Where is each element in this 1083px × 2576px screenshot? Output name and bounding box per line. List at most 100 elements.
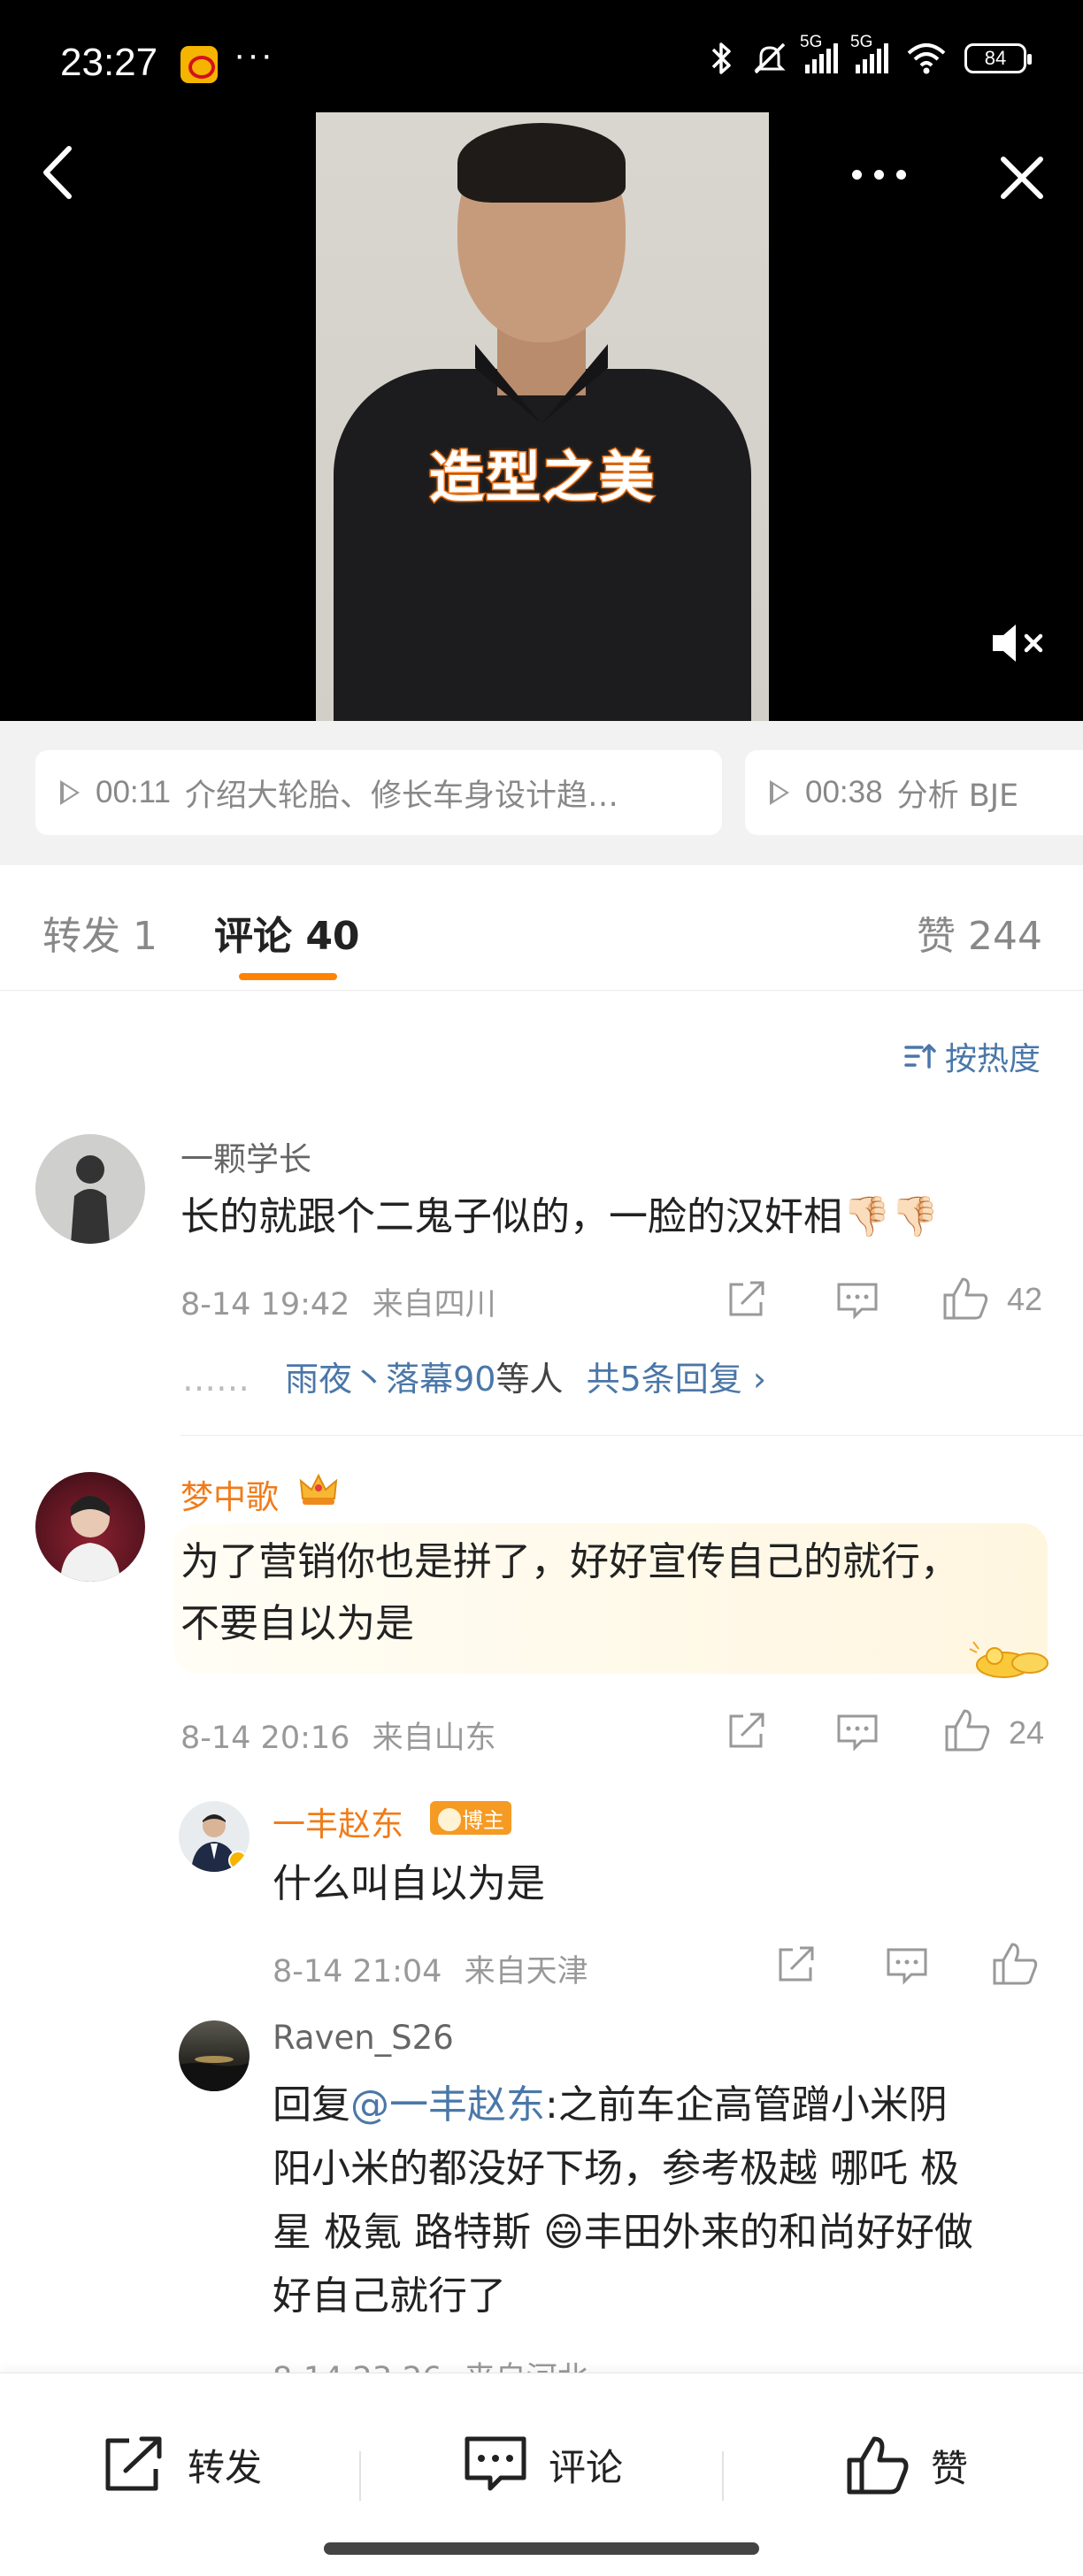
video-person-shirt [334, 369, 751, 721]
chapter-item-1[interactable]: 00:11 介绍大轮胎、修长车身设计趋… [35, 750, 722, 835]
bluetooth-icon [711, 42, 731, 74]
reply-text-line-3: 星 极氪 路特斯 😄丰田外来的和尚好好做 [273, 2210, 973, 2255]
crown-badge-icon [299, 1473, 338, 1505]
reply-username[interactable]: Raven_S26 [273, 2019, 454, 2057]
avatar-photo [60, 1496, 120, 1582]
reply-count[interactable]: 共5条回复 › [587, 1360, 766, 1399]
avatar[interactable] [35, 1472, 145, 1582]
comment-icon[interactable] [835, 1281, 879, 1320]
more-options-icon[interactable] [841, 152, 917, 196]
repost-button[interactable]: 转发 [101, 2434, 262, 2496]
repost-label: 转发 [188, 2445, 263, 2489]
thumbs-up-icon [847, 2436, 909, 2495]
reply-username[interactable]: 一丰赵东 [273, 1798, 403, 1845]
sort-icon [904, 1044, 936, 1069]
video-chapters: 00:11 介绍大轮胎、修长车身设计趋… 00:38 分析 BJE [0, 721, 1083, 865]
blogger-badge: 博主 [430, 1801, 511, 1835]
like-count: 24 [1009, 1714, 1045, 1751]
comment-text-line-2: 不要自以为是 [180, 1601, 414, 1646]
signal-5g-2-icon: 5G [850, 33, 888, 73]
reply-dots: …… [182, 1360, 250, 1399]
comment-icon[interactable] [885, 1946, 929, 1985]
comment-time: 8-14 19:42 [180, 1287, 350, 1322]
active-tab-indicator [239, 973, 337, 980]
reply-text-line-4: 好自己就行了 [273, 2273, 506, 2319]
comment-icon[interactable] [835, 1713, 879, 1752]
status-time: 23:27 [60, 41, 158, 84]
post-tabs: 转发 1 评论 40 赞 244 [0, 865, 1083, 991]
reply-location: 来自天津 [464, 1954, 588, 1990]
reply-text-line-1: 回复@一丰赵东:之前车企高管蹭小米阴 [273, 2074, 948, 2137]
video-caption: 造型之美 [427, 444, 656, 511]
sort-by-hot-button[interactable]: 按热度 [902, 1033, 1041, 1079]
wifi-icon [907, 43, 946, 74]
reply-suffix: 等人 [495, 1360, 564, 1399]
play-icon [770, 780, 789, 805]
like-label: 赞 [931, 2446, 969, 2490]
reply-text-rest: :之前车企高管蹭小米阴 [545, 2082, 948, 2128]
chapter-time: 00:11 [96, 775, 171, 809]
avatar-photo [179, 2056, 250, 2091]
comment-time: 8-14 20:16 [180, 1721, 350, 1756]
mute-bell-icon [754, 42, 786, 74]
comment-bubble-icon [465, 2436, 526, 2491]
reply-time: 8-14 21:04 [273, 1954, 442, 1990]
sort-label: 按热度 [945, 1041, 1041, 1077]
video-player[interactable]: 23:27 ··· 5G 5G 84 造型之美 [0, 0, 1083, 721]
like-icon[interactable] [941, 1276, 991, 1322]
repost-icon [105, 2436, 162, 2491]
like-icon[interactable] [943, 1707, 993, 1753]
comment-meta: 8-14 19:42 来自四川 [180, 1279, 496, 1324]
avatar[interactable] [179, 1801, 250, 1872]
reply-meta: 8-14 21:04 来自天津 [273, 1946, 588, 1991]
battery-icon: 84 [964, 43, 1032, 73]
reply-prefix: 回复 [273, 2082, 350, 2128]
comment-location: 来自四川 [372, 1287, 496, 1322]
comment-text: 长的就跟个二鬼子似的，一脸的汉奸相👎🏻👎🏻 [180, 1194, 940, 1239]
video-person-hair [457, 123, 626, 203]
mention-link[interactable]: @一丰赵东 [350, 2082, 545, 2128]
reply-users[interactable]: 雨夜丶落幕90 [285, 1360, 495, 1399]
chapter-item-2[interactable]: 00:38 分析 BJE [745, 750, 1083, 835]
tab-comments[interactable]: 评论 40 [214, 904, 360, 961]
like-icon[interactable] [991, 1941, 1041, 1987]
share-icon[interactable] [775, 1944, 818, 1985]
share-icon[interactable] [726, 1279, 768, 1320]
like-count: 42 [1007, 1281, 1043, 1317]
sub-replies-link[interactable]: …… 雨夜丶落幕90等人 共5条回复 › [182, 1352, 766, 1400]
bar-separator [359, 2451, 361, 2501]
blogger-badge-label: 博主 [462, 1807, 504, 1833]
avatar[interactable] [35, 1134, 145, 1244]
signal-5g-1-icon: 5G [800, 33, 838, 73]
reply-text: 什么叫自以为是 [273, 1861, 545, 1906]
comment-divider [180, 1435, 1083, 1436]
video-frame: 造型之美 [316, 112, 769, 721]
comment-username[interactable]: 一颗学长 [180, 1132, 311, 1180]
avatar[interactable] [179, 2020, 250, 2091]
comment-button[interactable]: 评论 [462, 2434, 623, 2496]
comment-label: 评论 [549, 2445, 624, 2489]
close-icon[interactable] [991, 147, 1053, 209]
home-indicator[interactable] [324, 2542, 759, 2555]
avatar-silhouette [71, 1155, 110, 1244]
tab-likes[interactable]: 赞 244 [917, 904, 1042, 961]
chapter-time: 00:38 [805, 775, 883, 809]
play-icon [60, 780, 80, 805]
coin-decoration-icon [969, 1641, 1048, 1678]
status-indicators: 5G 5G 84 [708, 33, 1032, 76]
chapter-title: 分析 BJE [896, 778, 1019, 814]
speaker-muted-icon[interactable] [989, 619, 1048, 667]
like-button[interactable]: 赞 [844, 2434, 968, 2497]
comment-username[interactable]: 梦中歌 [180, 1470, 279, 1518]
chapter-title: 介绍大轮胎、修长车身设计趋… [185, 778, 619, 814]
share-icon[interactable] [726, 1711, 768, 1752]
weibo-app-icon [180, 46, 218, 83]
verified-badge-icon [228, 1851, 248, 1870]
comment-meta: 8-14 20:16 来自山东 [180, 1713, 496, 1758]
reply-text-line-2: 阳小米的都没好下场，参考极越 哪吒 极 [273, 2146, 959, 2191]
comment-text-line-1: 为了营销你也是拼了，好好宣传自己的就行， [180, 1539, 959, 1584]
back-arrow-icon[interactable] [35, 142, 80, 203]
bar-separator [722, 2451, 724, 2501]
status-overflow-dots: ··· [234, 35, 274, 74]
tab-repost[interactable]: 转发 1 [42, 904, 157, 961]
